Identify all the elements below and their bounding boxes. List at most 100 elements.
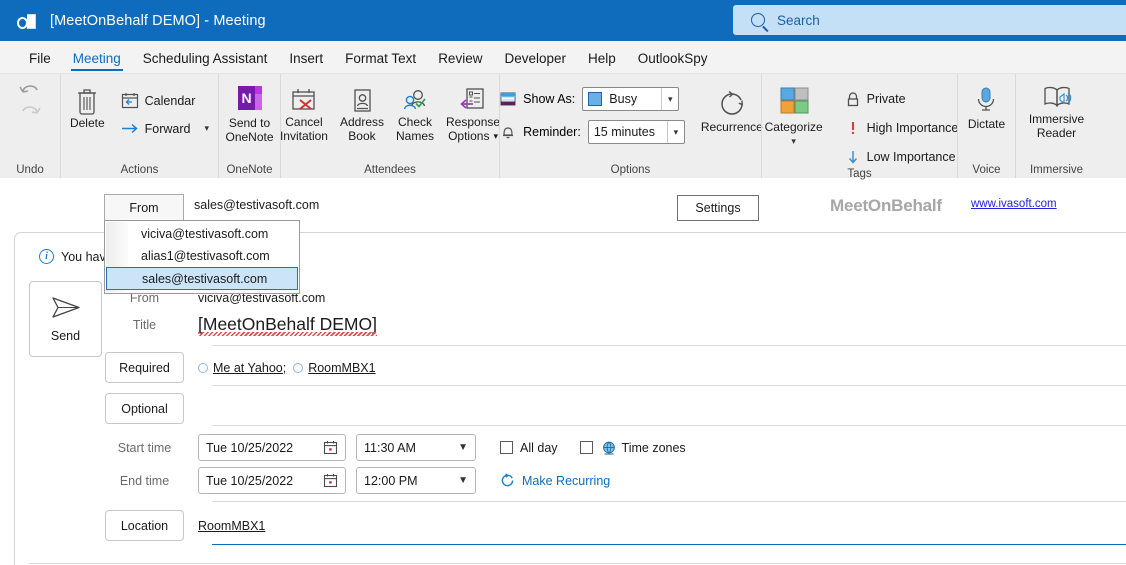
brand-logo: MeetOnBehalf <box>830 196 942 215</box>
search-box[interactable]: Search <box>733 5 1126 35</box>
send-arrow-icon <box>51 297 80 318</box>
show-as-dropdown[interactable]: Busy ▾ <box>582 87 680 111</box>
ribbon-group-undo: Undo <box>0 74 60 178</box>
svg-text:N: N <box>241 90 251 106</box>
ribbon-group-label-undo: Undo <box>16 164 44 176</box>
title-value[interactable]: [MeetOnBehalf DEMO] <box>198 314 377 336</box>
end-time-input[interactable]: 12:00 PM ▼ <box>356 467 476 494</box>
address-book-line1: Address <box>339 115 384 129</box>
all-day-checkbox-group[interactable]: All day <box>500 441 558 455</box>
ribbon-group-label-options: Options <box>610 164 651 176</box>
ribbon-group-attendees: Cancel Invitation Address Book Check Nam… <box>280 74 500 178</box>
forward-label: Forward <box>144 121 191 136</box>
chevron-down-icon[interactable]: ▾ <box>791 134 796 148</box>
location-button[interactable]: Location <box>105 510 184 541</box>
attendee-name[interactable]: RoomMBX1 <box>308 361 375 375</box>
end-date-input[interactable]: Tue 10/25/2022 <box>198 467 346 494</box>
make-recurring-link[interactable]: Make Recurring <box>500 473 610 488</box>
address-book-button[interactable]: Address Book <box>334 83 390 143</box>
tab-outlookspy[interactable]: OutlookSpy <box>627 51 719 73</box>
chevron-down-icon[interactable]: ▾ <box>205 123 210 134</box>
microphone-icon <box>978 87 995 111</box>
categorize-button[interactable]: Categorize ▾ <box>755 82 829 148</box>
tab-meeting[interactable]: Meeting <box>62 51 132 73</box>
high-importance-button[interactable]: High Importance <box>839 117 965 139</box>
field-title[interactable]: Title [MeetOnBehalf DEMO] <box>105 314 377 336</box>
calendar-picker-icon[interactable] <box>323 440 338 455</box>
panel-bottom-divider <box>29 563 1126 564</box>
reminder-dropdown[interactable]: 15 minutes ▾ <box>587 120 685 144</box>
busy-color-swatch <box>588 92 603 106</box>
reminder-bell-icon <box>503 127 514 139</box>
check-names-line2: Names <box>396 129 435 143</box>
tab-format-text[interactable]: Format Text <box>334 51 427 73</box>
ribbon-group-tags: Categorize ▾ Private High Importance Low… <box>761 74 958 180</box>
start-date-input[interactable]: Tue 10/25/2022 <box>198 434 346 461</box>
undo-arrow-icon[interactable] <box>17 80 43 102</box>
location-value[interactable]: RoomMBX1 <box>198 519 265 533</box>
field-start-time: Start time Tue 10/25/2022 11:30 AM ▼ All… <box>105 434 686 461</box>
required-field-underline <box>212 385 1126 386</box>
tab-insert[interactable]: Insert <box>278 51 334 73</box>
send-to-onenote-line1: Send to <box>228 116 271 130</box>
ribbon-group-label-immersive: Immersive <box>1029 164 1084 176</box>
redo-arrow-icon[interactable] <box>17 102 43 122</box>
chevron-down-icon[interactable]: ▾ <box>666 121 684 143</box>
tab-file[interactable]: File <box>18 51 62 73</box>
end-time-value: 12:00 PM <box>364 473 418 488</box>
forward-button[interactable]: Forward ▾ <box>115 118 215 139</box>
addon-from-button[interactable]: From <box>104 194 184 220</box>
cancel-invitation-button[interactable]: Cancel Invitation <box>274 83 334 143</box>
attendee-chip[interactable]: Me at Yahoo; <box>198 361 286 375</box>
calendar-picker-icon[interactable] <box>323 473 338 488</box>
delete-button[interactable]: Delete <box>64 78 111 130</box>
required-button[interactable]: Required <box>105 352 184 383</box>
title-field-underline <box>212 345 1126 346</box>
tab-review[interactable]: Review <box>427 51 493 73</box>
from-dropdown-menu[interactable]: viciva@testivasoft.com alias1@testivasof… <box>104 220 300 294</box>
ribbon-group-label-tags: Tags <box>847 168 872 180</box>
make-recurring-label: Make Recurring <box>522 473 611 488</box>
dropdown-item-viciva[interactable]: viciva@testivasoft.com <box>105 223 299 245</box>
attendee-chip[interactable]: RoomMBX1 <box>293 361 376 375</box>
window-title: [MeetOnBehalf DEMO] - Meeting <box>50 12 266 29</box>
time-zones-checkbox-group[interactable]: Time zones <box>579 440 686 456</box>
addon-from-value: sales@testivasoft.com <box>194 198 320 212</box>
dropdown-item-sales[interactable]: sales@testivasoft.com <box>106 267 298 290</box>
tab-developer[interactable]: Developer <box>493 51 577 73</box>
ribbon-group-label-attendees: Attendees <box>364 164 416 176</box>
chevron-down-icon[interactable]: ▼ <box>458 475 468 486</box>
search-placeholder: Search <box>777 12 820 28</box>
chevron-down-icon[interactable]: ▼ <box>458 442 468 453</box>
ribbon-group-voice: Dictate Voice <box>957 74 1015 178</box>
search-icon <box>751 13 765 27</box>
dropdown-item-alias1[interactable]: alias1@testivasoft.com <box>105 245 299 267</box>
presence-icon <box>198 362 208 373</box>
all-day-checkbox[interactable] <box>500 441 513 454</box>
attendee-name[interactable]: Me at Yahoo; <box>213 361 286 375</box>
dictate-button[interactable]: Dictate <box>962 78 1011 131</box>
check-names-button[interactable]: Check Names <box>390 83 440 143</box>
chevron-down-icon[interactable]: ▾ <box>661 88 678 110</box>
private-label: Private <box>866 92 906 106</box>
calendar-label: Calendar <box>144 93 196 108</box>
tab-scheduling-assistant[interactable]: Scheduling Assistant <box>132 51 279 73</box>
cancel-invitation-line2: Invitation <box>279 129 328 143</box>
start-time-value: 11:30 AM <box>364 440 416 455</box>
start-date-value: Tue 10/25/2022 <box>206 440 294 455</box>
time-zones-checkbox[interactable] <box>579 441 593 454</box>
settings-button[interactable]: Settings <box>677 195 759 221</box>
brand-website-link[interactable]: www.ivasoft.com <box>971 198 1057 210</box>
immersive-reader-button[interactable]: Immersive Reader <box>1023 78 1090 140</box>
private-button[interactable]: Private <box>839 88 965 110</box>
send-to-onenote-button[interactable]: N Send to OneNote <box>219 78 279 144</box>
send-button[interactable]: Send <box>29 281 102 357</box>
high-importance-label: High Importance <box>866 121 959 135</box>
field-required: Required Me at Yahoo; RoomMBX1 <box>105 352 376 383</box>
calendar-button[interactable]: Calendar <box>115 89 215 112</box>
start-time-input[interactable]: 11:30 AM ▼ <box>356 434 476 461</box>
tab-help[interactable]: Help <box>577 51 627 73</box>
optional-button[interactable]: Optional <box>105 393 184 424</box>
end-date-value: Tue 10/25/2022 <box>206 473 294 488</box>
low-importance-button[interactable]: Low Importance <box>839 146 965 168</box>
